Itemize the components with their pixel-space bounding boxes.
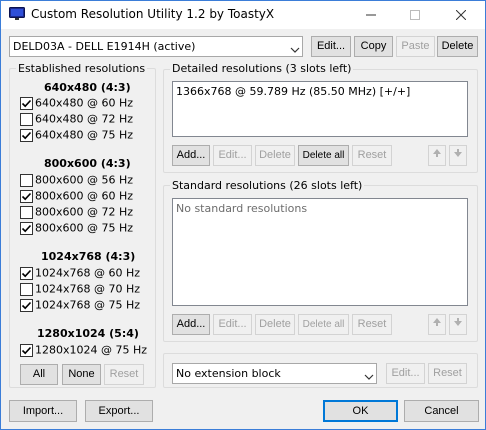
checkbox-unchecked[interactable]: [20, 282, 33, 296]
monitor-edit-button[interactable]: Edit...: [311, 36, 351, 57]
detailed-down-button[interactable]: [449, 145, 467, 166]
checkbox-checked[interactable]: [20, 266, 33, 280]
chevron-down-icon: [364, 369, 374, 380]
export-button[interactable]: Export...: [85, 400, 153, 422]
standard-up-button[interactable]: [428, 314, 446, 335]
standard-delete-button[interactable]: Delete: [255, 314, 295, 335]
res-heading-1024: 1024x768 (4:3): [41, 250, 136, 263]
checkbox-1280x1024-75[interactable]: 1280x1024 @ 75 Hz: [20, 343, 147, 358]
ok-button[interactable]: OK: [323, 400, 398, 422]
extension-select-value: No extension block: [176, 367, 281, 380]
monitor-copy-button[interactable]: Copy: [354, 36, 393, 57]
detailed-delete-button[interactable]: Delete: [255, 145, 295, 166]
window-title: Custom Resolution Utility 1.2 by ToastyX: [31, 7, 275, 21]
close-button[interactable]: [439, 1, 483, 29]
cancel-button[interactable]: Cancel: [404, 400, 479, 422]
standard-list[interactable]: No standard resolutions: [172, 198, 468, 306]
established-all-button[interactable]: All: [20, 364, 58, 385]
established-reset-button[interactable]: Reset: [104, 364, 144, 385]
standard-reset-button[interactable]: Reset: [352, 314, 392, 335]
res-heading-1280: 1280x1024 (5:4): [37, 327, 139, 340]
title-bar: Custom Resolution Utility 1.2 by ToastyX: [1, 1, 485, 29]
monitor-select-value: DELD03A - DELL E1914H (active): [13, 40, 196, 53]
extension-reset-button[interactable]: Reset: [428, 363, 467, 384]
arrow-down-icon: [453, 149, 463, 161]
checkbox-640x480-72[interactable]: 640x480 @ 72 Hz: [20, 112, 133, 127]
detailed-delete-all-button[interactable]: Delete all: [298, 145, 349, 166]
checkbox-unchecked[interactable]: [20, 112, 33, 126]
extension-select[interactable]: No extension block: [172, 363, 377, 384]
list-item[interactable]: 1366x768 @ 59.789 Hz (85.50 MHz) [+/+]: [176, 85, 464, 98]
checkbox-800x600-75[interactable]: 800x600 @ 75 Hz: [20, 221, 133, 236]
main-window: Custom Resolution Utility 1.2 by ToastyX…: [0, 0, 486, 430]
detailed-edit-button[interactable]: Edit...: [213, 145, 252, 166]
detailed-title: Detailed resolutions (3 slots left): [170, 62, 354, 75]
arrow-up-icon: [432, 149, 442, 161]
checkbox-checked[interactable]: [20, 189, 33, 203]
checkbox-1024x768-75[interactable]: 1024x768 @ 75 Hz: [20, 298, 140, 313]
chevron-down-icon: [290, 42, 300, 53]
res-heading-640: 640x480 (4:3): [44, 81, 131, 94]
maximize-button: [393, 1, 437, 29]
checkbox-800x600-60[interactable]: 800x600 @ 60 Hz: [20, 189, 133, 204]
standard-add-button[interactable]: Add...: [172, 314, 210, 335]
minimize-button[interactable]: [349, 1, 393, 29]
checkbox-800x600-56[interactable]: 800x600 @ 56 Hz: [20, 173, 133, 188]
detailed-reset-button[interactable]: Reset: [352, 145, 392, 166]
standard-empty-text: No standard resolutions: [176, 202, 308, 215]
monitor-paste-button[interactable]: Paste: [396, 36, 435, 57]
detailed-list[interactable]: 1366x768 @ 59.789 Hz (85.50 MHz) [+/+]: [172, 81, 468, 137]
checkbox-checked[interactable]: [20, 343, 33, 357]
monitor-select[interactable]: DELD03A - DELL E1914H (active): [9, 36, 303, 57]
standard-delete-all-button[interactable]: Delete all: [298, 314, 349, 335]
res-heading-800: 800x600 (4:3): [44, 157, 131, 170]
monitor-delete-button[interactable]: Delete: [437, 36, 478, 57]
established-none-button[interactable]: None: [62, 364, 101, 385]
checkbox-640x480-60[interactable]: 640x480 @ 60 Hz: [20, 96, 133, 111]
checkbox-1024x768-60[interactable]: 1024x768 @ 60 Hz: [20, 266, 140, 281]
checkbox-640x480-75[interactable]: 640x480 @ 75 Hz: [20, 128, 133, 143]
monitor-icon: [9, 7, 25, 24]
standard-title: Standard resolutions (26 slots left): [170, 179, 365, 192]
standard-down-button[interactable]: [449, 314, 467, 335]
checkbox-800x600-72[interactable]: 800x600 @ 72 Hz: [20, 205, 133, 220]
checkbox-checked[interactable]: [20, 221, 33, 235]
detailed-up-button[interactable]: [428, 145, 446, 166]
extension-edit-button[interactable]: Edit...: [386, 363, 425, 384]
checkbox-1024x768-70[interactable]: 1024x768 @ 70 Hz: [20, 282, 140, 297]
standard-edit-button[interactable]: Edit...: [213, 314, 252, 335]
established-title: Established resolutions: [16, 62, 148, 75]
checkbox-unchecked[interactable]: [20, 205, 33, 219]
detailed-add-button[interactable]: Add...: [172, 145, 210, 166]
arrow-down-icon: [453, 318, 463, 330]
import-button[interactable]: Import...: [9, 400, 77, 422]
checkbox-checked[interactable]: [20, 128, 33, 142]
checkbox-checked[interactable]: [20, 96, 33, 110]
arrow-up-icon: [432, 318, 442, 330]
checkbox-checked[interactable]: [20, 298, 33, 312]
checkbox-unchecked[interactable]: [20, 173, 33, 187]
